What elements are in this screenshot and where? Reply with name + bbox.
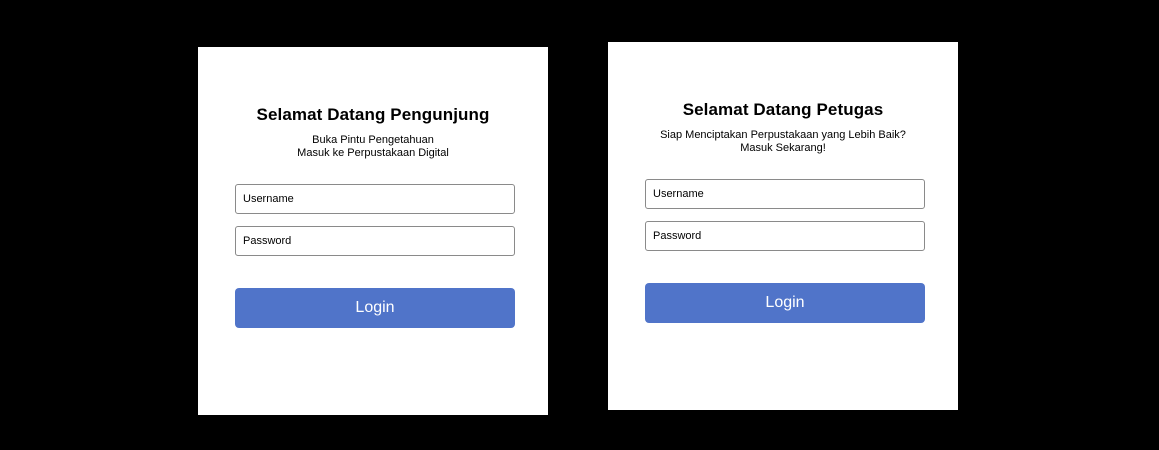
visitor-card-title: Selamat Datang Pengunjung xyxy=(256,105,490,124)
staff-subtitle-line-2: Masuk Sekarang! xyxy=(740,142,826,154)
staff-password-input[interactable] xyxy=(645,221,925,251)
visitor-password-input[interactable] xyxy=(235,226,515,256)
staff-subtitle-line-1: Siap Menciptakan Perpustakaan yang Lebih… xyxy=(660,129,906,141)
visitor-username-input[interactable] xyxy=(235,184,515,214)
visitor-subtitle-line-2: Masuk ke Perpustakaan Digital xyxy=(297,147,449,159)
visitor-subtitle-line-1: Buka Pintu Pengetahuan xyxy=(312,134,434,146)
staff-login-button[interactable]: Login xyxy=(645,283,925,323)
staff-card-title: Selamat Datang Petugas xyxy=(682,100,884,119)
visitor-login-button[interactable]: Login xyxy=(235,288,515,328)
staff-username-input[interactable] xyxy=(645,179,925,209)
staff-card-subtitle: Siap Menciptakan Perpustakaan yang Lebih… xyxy=(608,129,958,155)
visitor-card-subtitle: Buka Pintu Pengetahuan Masuk ke Perpusta… xyxy=(198,134,548,160)
visitor-login-card: Selamat Datang Pengunjung Buka Pintu Pen… xyxy=(198,47,548,415)
staff-login-card: Selamat Datang Petugas Siap Menciptakan … xyxy=(608,42,958,410)
canvas: Selamat Datang Pengunjung Buka Pintu Pen… xyxy=(0,0,1159,450)
